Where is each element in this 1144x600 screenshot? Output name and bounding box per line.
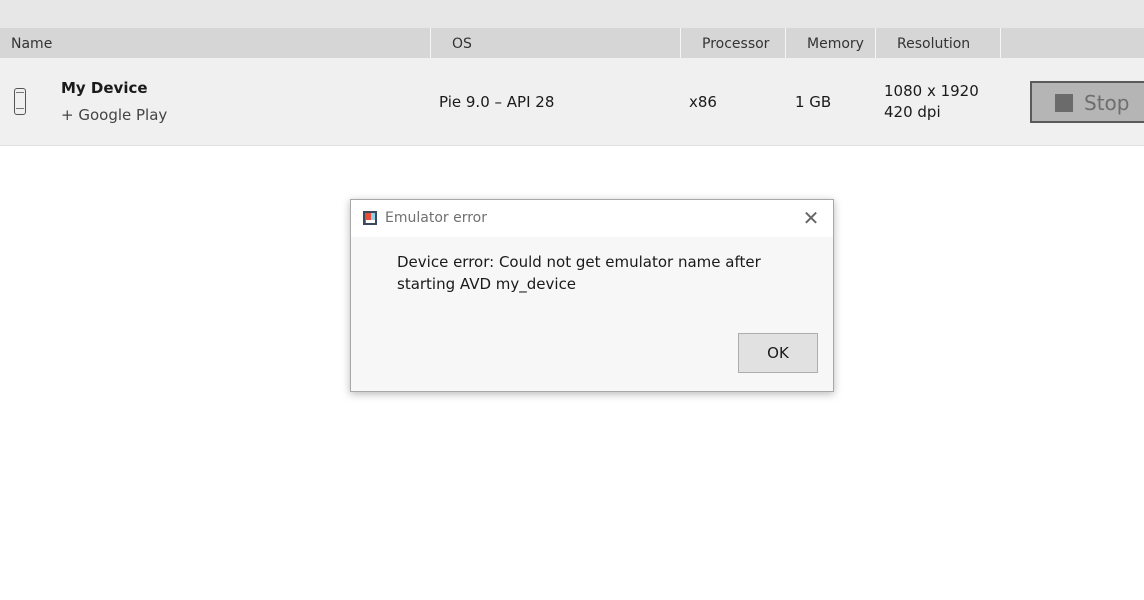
table-row[interactable]: My Device + Google Play Pie 9.0 – API 28… bbox=[0, 58, 1144, 146]
device-memory: 1 GB bbox=[795, 93, 832, 111]
column-header-name[interactable]: Name bbox=[0, 28, 431, 58]
phone-icon bbox=[14, 88, 26, 115]
dialog-titlebar[interactable]: Emulator error ✕ bbox=[351, 200, 833, 237]
ok-button[interactable]: OK bbox=[738, 333, 818, 373]
emulator-app-icon bbox=[363, 211, 377, 225]
column-header-actions bbox=[1001, 28, 1144, 58]
device-resolution: 1080 x 1920 bbox=[884, 82, 979, 100]
column-header-processor-label: Processor bbox=[702, 36, 770, 52]
column-header-os-label: OS bbox=[452, 36, 472, 52]
column-header-name-label: Name bbox=[11, 36, 53, 52]
device-processor: x86 bbox=[689, 93, 717, 111]
table-header: Name OS Processor Memory Resolution bbox=[0, 28, 1144, 58]
column-header-resolution[interactable]: Resolution bbox=[876, 28, 1001, 58]
stop-button-label: Stop bbox=[1084, 91, 1130, 115]
device-os: Pie 9.0 – API 28 bbox=[439, 93, 555, 111]
dialog-message: Device error: Could not get emulator nam… bbox=[397, 253, 761, 293]
device-subtitle: + Google Play bbox=[61, 106, 168, 124]
error-dialog: Emulator error ✕ Device error: Could not… bbox=[350, 199, 834, 392]
column-header-os[interactable]: OS bbox=[431, 28, 681, 58]
device-density: 420 dpi bbox=[884, 103, 941, 121]
stop-icon bbox=[1055, 94, 1073, 112]
dialog-title: Emulator error bbox=[385, 210, 487, 226]
close-icon[interactable]: ✕ bbox=[799, 206, 823, 230]
column-header-processor[interactable]: Processor bbox=[681, 28, 786, 58]
column-header-memory[interactable]: Memory bbox=[786, 28, 876, 58]
column-header-memory-label: Memory bbox=[807, 36, 864, 52]
column-header-resolution-label: Resolution bbox=[897, 36, 971, 52]
toolbar-area bbox=[0, 0, 1144, 28]
device-name: My Device bbox=[61, 79, 148, 97]
stop-button[interactable]: Stop bbox=[1030, 81, 1144, 123]
